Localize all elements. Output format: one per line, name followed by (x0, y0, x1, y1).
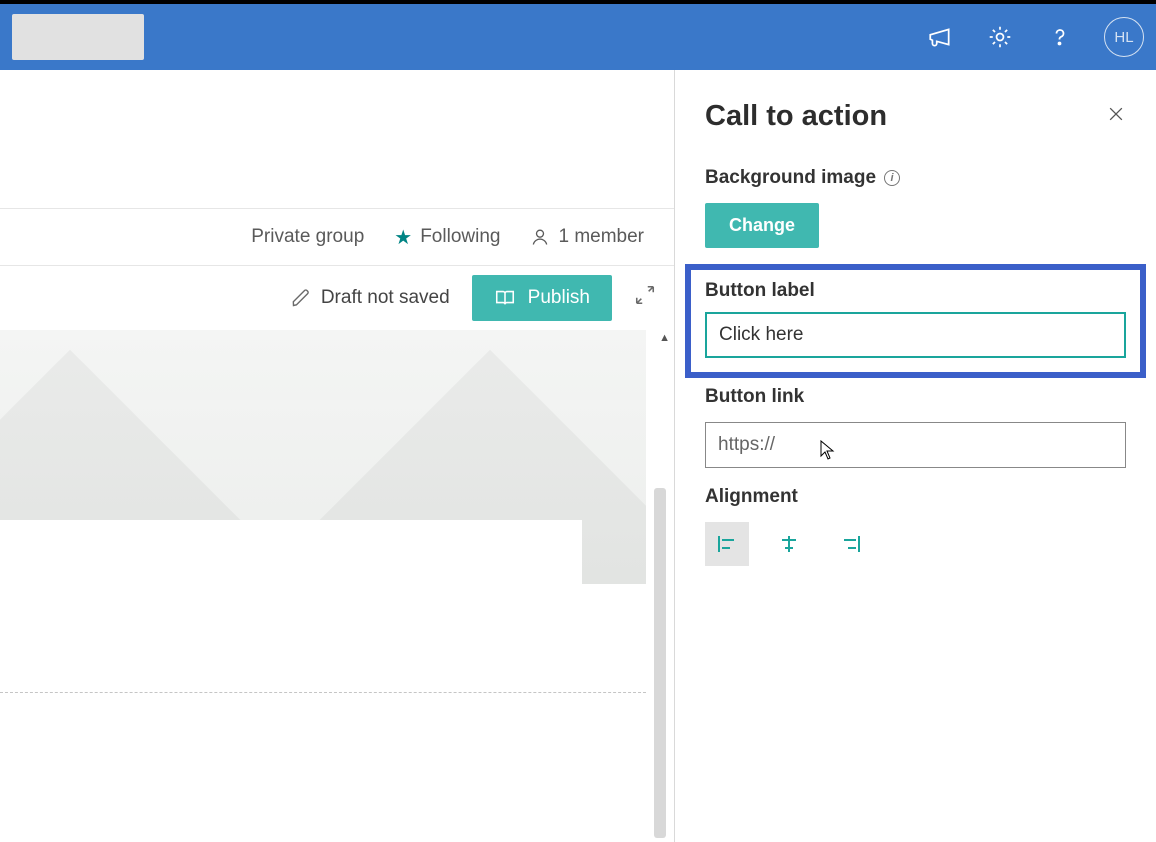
expand-icon[interactable] (634, 284, 656, 312)
background-image-label: Background image i (705, 167, 1126, 189)
alignment-section: Alignment (705, 486, 1126, 566)
align-right-icon (839, 532, 863, 556)
section-divider (0, 692, 646, 693)
change-button-label: Change (729, 215, 795, 235)
help-icon[interactable] (1044, 21, 1076, 53)
command-bar: Draft not saved Publish (0, 266, 674, 330)
button-label-heading: Button label (705, 280, 1126, 302)
draft-status: Draft not saved (291, 287, 450, 309)
suite-bar: HL (0, 4, 1156, 70)
align-right-button[interactable] (829, 522, 873, 566)
button-link-section: Button link (705, 386, 1126, 468)
canvas-overlay (0, 520, 582, 594)
pencil-icon (291, 288, 311, 308)
gear-icon[interactable] (984, 21, 1016, 53)
avatar[interactable]: HL (1104, 17, 1144, 57)
panel-title: Call to action (705, 100, 887, 133)
align-center-button[interactable] (767, 522, 811, 566)
follow-toggle[interactable]: ★ Following (394, 225, 500, 250)
avatar-initials: HL (1114, 29, 1133, 46)
page-canvas[interactable]: ▲ (0, 330, 674, 842)
group-privacy-label: Private group (251, 226, 364, 248)
info-icon[interactable]: i (884, 170, 900, 186)
member-count[interactable]: 1 member (530, 226, 644, 248)
alignment-options (705, 522, 1126, 566)
book-icon (494, 287, 516, 309)
megaphone-icon[interactable] (924, 21, 956, 53)
alignment-heading: Alignment (705, 486, 1126, 508)
page-canvas-area: Private group ★ Following 1 member Draft… (0, 70, 674, 842)
button-link-heading: Button link (705, 386, 1126, 408)
star-icon: ★ (394, 225, 412, 250)
align-center-icon (777, 532, 801, 556)
members-label: 1 member (558, 226, 644, 248)
background-image-section: Background image i Change (705, 167, 1126, 256)
change-image-button[interactable]: Change (705, 203, 819, 248)
close-icon[interactable] (1106, 104, 1126, 130)
property-panel: Call to action Background image i Change… (674, 70, 1156, 842)
button-label-section-highlight: Button label (685, 264, 1146, 378)
main-layout: Private group ★ Following 1 member Draft… (0, 70, 1156, 842)
publish-label: Publish (528, 287, 590, 309)
suite-bar-right: HL (924, 17, 1144, 57)
align-left-icon (715, 532, 739, 556)
align-left-button[interactable] (705, 522, 749, 566)
panel-header: Call to action (705, 100, 1126, 133)
button-link-input[interactable] (705, 422, 1126, 468)
scrollbar-thumb[interactable] (654, 488, 666, 838)
follow-label: Following (420, 226, 500, 248)
app-launcher-placeholder[interactable] (12, 14, 144, 60)
person-icon (530, 227, 550, 247)
button-label-input[interactable] (705, 312, 1126, 358)
scroll-up-arrow[interactable]: ▲ (655, 330, 674, 346)
publish-button[interactable]: Publish (472, 275, 612, 321)
site-header-space (0, 70, 674, 208)
site-info-bar: Private group ★ Following 1 member (0, 208, 674, 266)
draft-status-text: Draft not saved (321, 287, 450, 309)
